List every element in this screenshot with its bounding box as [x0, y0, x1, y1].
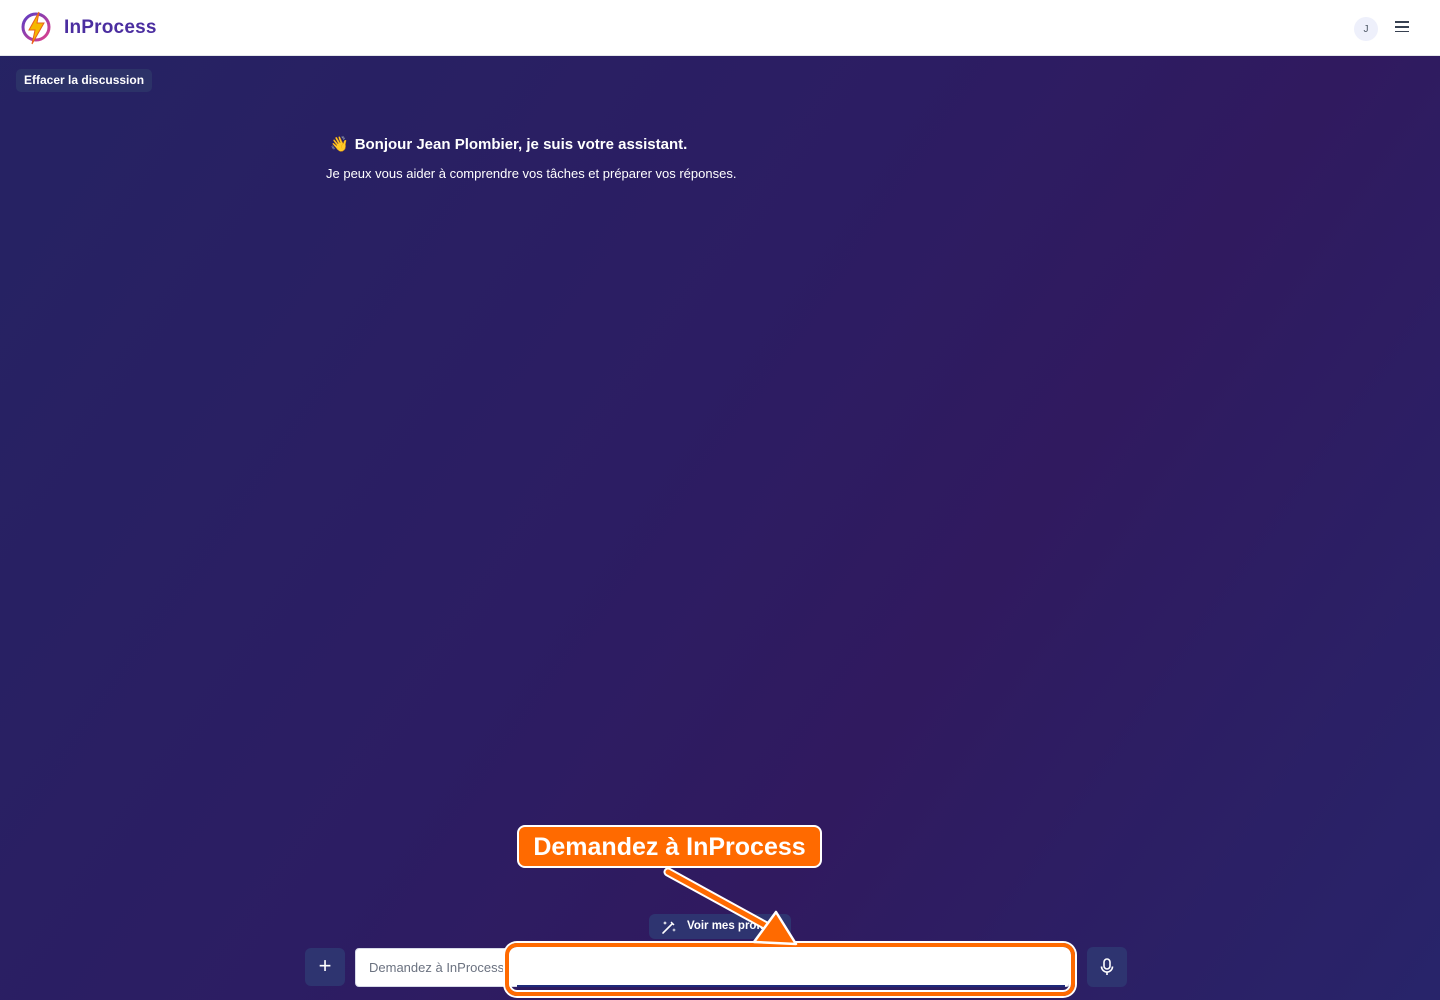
add-attachment-button[interactable]: + [305, 948, 345, 986]
clear-discussion-button[interactable]: Effacer la discussion [16, 69, 153, 92]
greeting-text: Bonjour Jean Plombier, je suis votre ass… [354, 136, 688, 153]
microphone-icon [1100, 958, 1114, 975]
greeting-title: 👋 Bonjour Jean Plombier, je suis votre as… [330, 135, 687, 153]
view-prompts-button[interactable]: Voir mes prompts [649, 914, 791, 939]
user-avatar[interactable]: J [1354, 17, 1378, 41]
view-prompts-label: Voir mes prompts [687, 920, 784, 932]
chat-input[interactable] [355, 948, 1070, 987]
hamburger-menu-icon[interactable] [1392, 18, 1412, 38]
annotation-callout: Demandez à InProcess [517, 825, 822, 868]
microphone-button[interactable] [1087, 947, 1127, 987]
brand-name[interactable]: InProcess [64, 17, 157, 39]
magic-wand-icon [662, 921, 676, 934]
top-bar: InProcess J [0, 0, 1440, 56]
inprocess-logo-icon[interactable] [20, 8, 52, 48]
greeting-subtitle: Je peux vous aider à comprendre vos tâch… [326, 166, 737, 181]
waving-hand-icon: 👋 [330, 136, 349, 153]
